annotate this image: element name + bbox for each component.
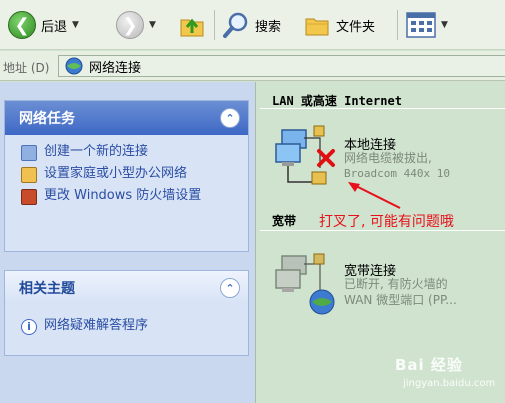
watermark-brand: Bai 经验: [395, 356, 463, 374]
network-tasks-title: 网络任务: [19, 111, 75, 127]
back-arrow-icon: ❮: [8, 11, 36, 39]
broadband-adapter-icon: [275, 253, 335, 315]
search-label: 搜索: [255, 19, 282, 35]
task-firewall[interactable]: 更改 Windows 防火墙设置: [21, 187, 238, 205]
broadband-connection-device: WAN 微型端口 (PP...: [344, 293, 457, 307]
broadband-connection-status: 已断开, 有防火墙的: [344, 277, 448, 291]
network-connections-icon: [65, 57, 83, 75]
new-connection-icon: [21, 145, 37, 161]
task-home-network[interactable]: 设置家庭或小型办公网络: [21, 165, 238, 183]
views-icon: [406, 12, 436, 38]
back-label: 后退: [41, 19, 68, 35]
search-button[interactable]: 搜索: [222, 9, 281, 41]
address-label: 地址 (D): [3, 61, 50, 75]
up-folder-button[interactable]: [178, 9, 206, 41]
chevron-down-icon[interactable]: ▼: [441, 20, 448, 30]
forward-arrow-icon: ❯: [116, 11, 144, 39]
related-topics-title: 相关主题: [19, 281, 75, 297]
up-folder-icon: [180, 18, 204, 37]
task-pane: 网络任务 ⌃ 创建一个新的连接 设置家庭或小型办公网络 更改 Windows 防…: [0, 82, 255, 403]
topic-troubleshooter[interactable]: i 网络疑难解答程序: [21, 317, 238, 335]
annotation-text: 打叉了, 可能有问题哦: [319, 214, 454, 230]
lan-group-title: LAN 或高速 Internet: [272, 94, 402, 108]
chevron-down-icon[interactable]: ▼: [149, 20, 156, 30]
toolbar: ❮ 后退 ▼ ❯ ▼ 搜索 文件夹 ▼: [0, 0, 505, 50]
address-bar: 地址 (D) 网络连接: [0, 51, 505, 81]
task-label: 网络疑难解答程序: [44, 318, 149, 333]
network-tasks-header[interactable]: 网络任务 ⌃: [5, 101, 248, 135]
task-new-connection[interactable]: 创建一个新的连接: [21, 143, 238, 161]
address-value: 网络连接: [89, 60, 142, 76]
related-topics-panel: 相关主题 ⌃ i 网络疑难解答程序: [4, 270, 249, 356]
related-topics-body: i 网络疑难解答程序: [5, 305, 248, 355]
related-topics-header[interactable]: 相关主题 ⌃: [5, 271, 248, 305]
chevron-down-icon[interactable]: ▼: [72, 20, 79, 30]
task-label: 设置家庭或小型办公网络: [44, 166, 188, 181]
network-tasks-body: 创建一个新的连接 设置家庭或小型办公网络 更改 Windows 防火墙设置: [5, 135, 248, 251]
broadband-group-title: 宽带: [272, 214, 297, 228]
task-label: 更改 Windows 防火墙设置: [44, 188, 202, 203]
address-field[interactable]: 网络连接: [58, 55, 505, 77]
info-icon: i: [21, 319, 37, 335]
home-network-icon: [21, 167, 37, 183]
folders-label: 文件夹: [336, 19, 376, 35]
forward-button[interactable]: ❯ ▼: [116, 9, 156, 41]
folder-icon: [305, 18, 329, 36]
views-button[interactable]: ▼: [406, 9, 448, 41]
local-connection-status: 网络电缆被拔出,: [344, 151, 432, 165]
firewall-icon: [21, 189, 37, 205]
folders-button[interactable]: 文件夹: [303, 9, 375, 41]
task-label: 创建一个新的连接: [44, 144, 149, 159]
collapse-icon[interactable]: ⌃: [220, 108, 240, 128]
search-icon: [223, 12, 248, 38]
watermark-sub: jingyan.baidu.com: [403, 378, 496, 389]
back-button[interactable]: ❮ 后退 ▼: [8, 9, 79, 41]
error-x-icon: [317, 149, 335, 167]
network-tasks-panel: 网络任务 ⌃ 创建一个新的连接 设置家庭或小型办公网络 更改 Windows 防…: [4, 100, 249, 252]
collapse-icon[interactable]: ⌃: [220, 278, 240, 298]
